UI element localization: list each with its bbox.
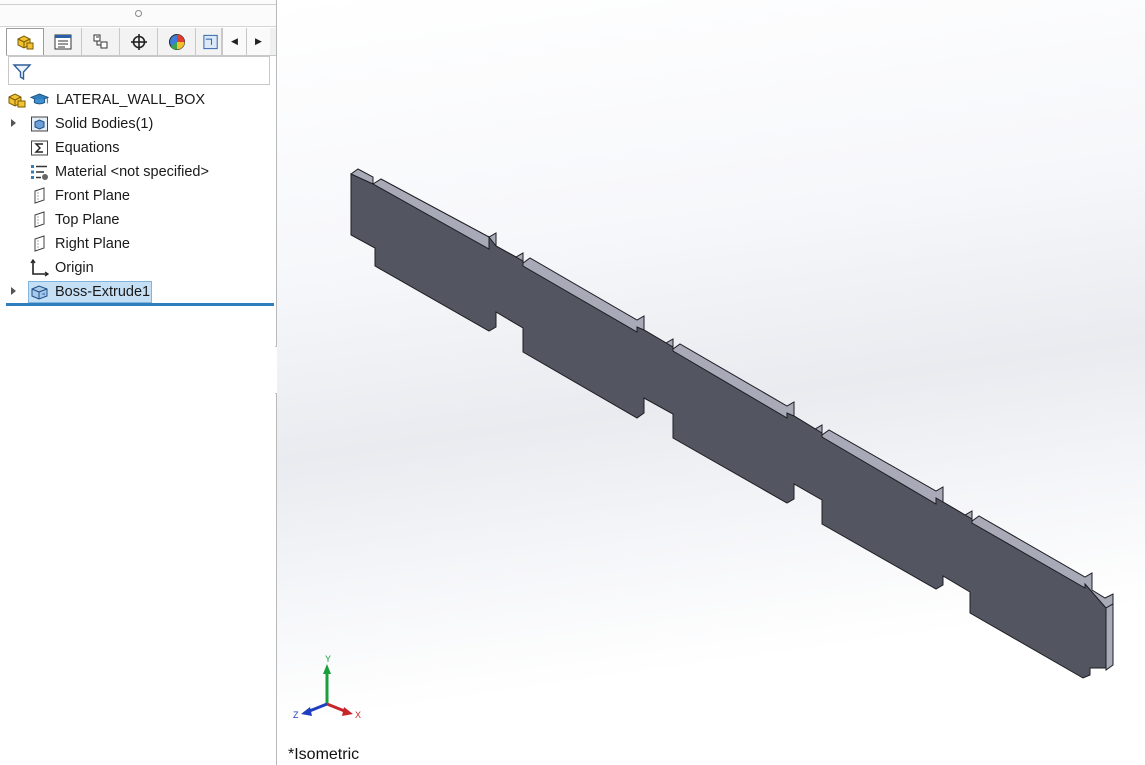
- feature-manager-icon: [17, 35, 34, 50]
- arrow-right-icon: ▶: [255, 36, 262, 46]
- view-orientation-triad[interactable]: Y X Z: [289, 652, 369, 737]
- property-manager-tab[interactable]: [44, 28, 82, 55]
- cam-icon: [203, 34, 218, 49]
- tree-item-label: Material <not specified>: [55, 164, 209, 180]
- plane-icon: [34, 187, 45, 204]
- tree-filter-input[interactable]: [8, 56, 270, 85]
- part-icon: [8, 93, 26, 108]
- graphics-viewport[interactable]: Y X Z *Isometric: [277, 0, 1145, 765]
- tree-item-label: Solid Bodies(1): [55, 116, 154, 132]
- origin-icon: [30, 259, 49, 277]
- graduation-cap-icon: [30, 93, 49, 105]
- tree-item-label: Top Plane: [55, 212, 120, 228]
- tree-item-top-plane[interactable]: Top Plane: [0, 208, 276, 232]
- feature-tree: LATERAL_WALL_BOX Solid Bodies(1) Equatio…: [0, 88, 276, 304]
- tab-scroll-right-button[interactable]: ▶: [246, 28, 270, 55]
- tree-item-material[interactable]: Material <not specified>: [0, 160, 276, 184]
- rollback-bar[interactable]: [6, 303, 274, 306]
- tree-item-boss-extrude1[interactable]: Boss-Extrude1: [0, 280, 276, 304]
- lateral-wall-part-model[interactable]: [277, 0, 1145, 765]
- feature-manager-tab[interactable]: [6, 28, 44, 55]
- tree-item-right-plane[interactable]: Right Plane: [0, 232, 276, 256]
- display-manager-tab[interactable]: [158, 28, 196, 55]
- triad-x-label: X: [355, 710, 361, 720]
- solid-bodies-icon: [31, 116, 48, 132]
- tree-item-front-plane[interactable]: Front Plane: [0, 184, 276, 208]
- tree-item-label: Equations: [55, 140, 120, 156]
- tree-item-label: Origin: [55, 260, 94, 276]
- tree-item-label: Front Plane: [55, 188, 130, 204]
- part-name-label: LATERAL_WALL_BOX: [56, 92, 206, 108]
- dimxpert-manager-tab[interactable]: [120, 28, 158, 55]
- expand-arrow-icon[interactable]: [11, 119, 16, 127]
- configuration-manager-icon: [93, 34, 107, 48]
- tree-item-equations[interactable]: Equations: [0, 136, 276, 160]
- property-manager-icon: [54, 34, 71, 49]
- part-front-face: [350, 173, 1107, 679]
- plane-icon: [34, 235, 45, 252]
- tree-item-label: Right Plane: [55, 236, 130, 252]
- material-icon: [31, 165, 48, 180]
- crosshair-icon: [130, 33, 147, 50]
- expand-arrow-icon[interactable]: [11, 287, 16, 295]
- manager-tabs: ◀ ▶: [6, 28, 276, 56]
- tree-item-solid-bodies[interactable]: Solid Bodies(1): [0, 112, 276, 136]
- extrude-icon: [31, 285, 48, 300]
- feature-manager-panel: ◀ ▶ LATERAL_WALL_BOX Solid Bodies(1) Equ…: [0, 0, 277, 765]
- part-end-face: [1105, 603, 1114, 671]
- tab-scroll-left-button[interactable]: ◀: [222, 28, 246, 55]
- filter-funnel-icon: [12, 64, 32, 81]
- plane-icon: [34, 211, 45, 228]
- arrow-left-icon: ◀: [231, 36, 238, 46]
- triad-z-label: Z: [293, 710, 299, 720]
- view-orientation-label: *Isometric: [288, 746, 360, 763]
- equations-sigma-icon: [31, 140, 48, 156]
- grip-dot-icon: [135, 10, 142, 17]
- cam-tab[interactable]: [196, 28, 222, 55]
- triad-y-label: Y: [325, 654, 331, 664]
- tree-item-origin[interactable]: Origin: [0, 256, 276, 280]
- appearance-pie-icon: [168, 33, 185, 50]
- configuration-manager-tab[interactable]: [82, 28, 120, 55]
- panel-resize-handle[interactable]: [0, 0, 276, 27]
- tree-root-part[interactable]: LATERAL_WALL_BOX: [0, 88, 276, 112]
